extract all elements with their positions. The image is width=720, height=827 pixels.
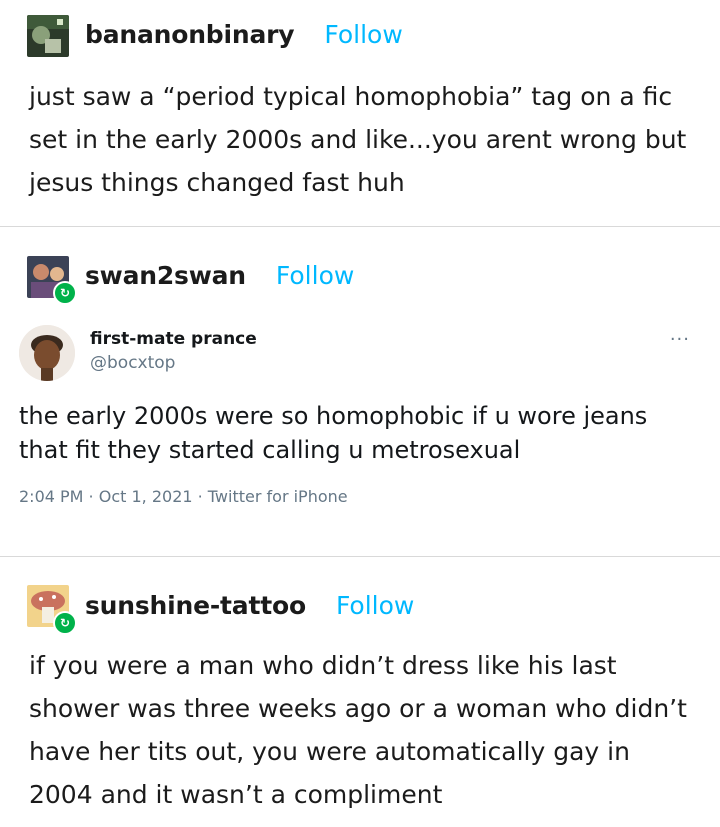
divider — [0, 556, 720, 557]
follow-button[interactable]: Follow — [324, 20, 402, 49]
tweet-text: the early 2000s were so homophobic if u … — [19, 402, 648, 464]
post-header: sunshine-tattoo Follow — [85, 591, 414, 620]
tweet-handle[interactable]: @bocxtop — [90, 353, 175, 373]
follow-button[interactable]: Follow — [276, 261, 354, 290]
post-body: if you were a man who didn’t dress like … — [29, 651, 687, 809]
reblog-icon: ↻ — [53, 611, 77, 635]
avatar[interactable] — [27, 15, 69, 57]
post-header: swan2swan Follow — [85, 261, 354, 290]
post-header: bananonbinary Follow — [85, 20, 403, 49]
reblog-icon: ↻ — [53, 281, 77, 305]
username[interactable]: swan2swan — [85, 261, 246, 290]
tweet-display-name[interactable]: first-mate prance — [90, 329, 257, 349]
username[interactable]: sunshine-tattoo — [85, 591, 306, 620]
tweet-meta: 2:04 PM · Oct 1, 2021 · Twitter for iPho… — [19, 487, 348, 506]
tweet-avatar[interactable] — [19, 325, 75, 381]
embedded-tweet: first-mate prance @bocxtop ··· the early… — [0, 305, 720, 520]
more-options-icon[interactable]: ··· — [670, 329, 690, 350]
follow-button[interactable]: Follow — [336, 591, 414, 620]
divider — [0, 226, 720, 227]
username[interactable]: bananonbinary — [85, 20, 295, 49]
post-body: just saw a “period typical homophobia” t… — [29, 82, 687, 197]
